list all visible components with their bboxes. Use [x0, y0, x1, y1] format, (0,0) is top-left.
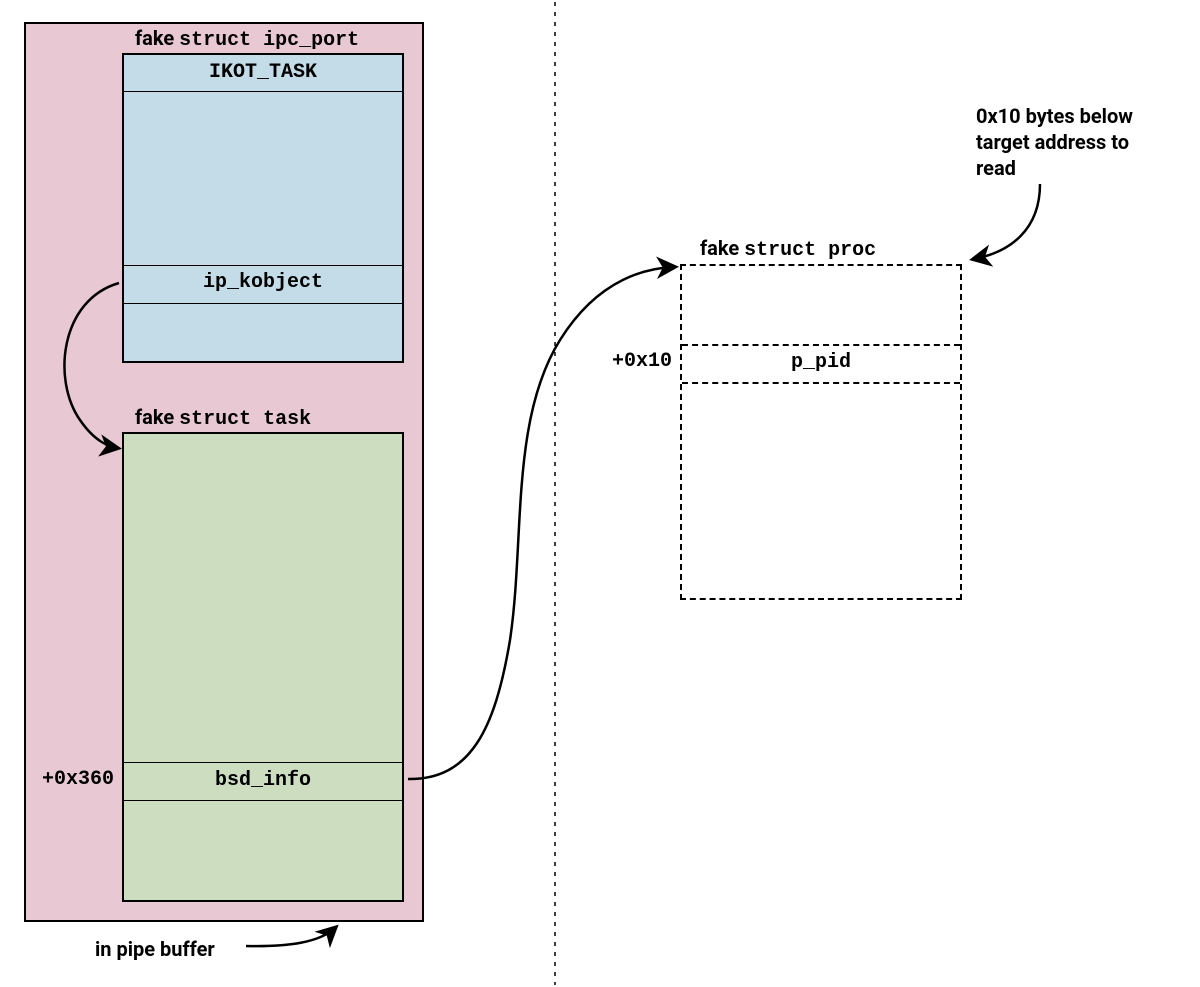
proc-offset-label: +0x10	[596, 350, 672, 373]
ip-kobject-field: ip_kobject	[124, 271, 402, 294]
proc-header: fake struct proc	[700, 236, 876, 262]
arrow-pipebuffer-to-container	[246, 928, 335, 946]
ipc-port-header: fake struct ipc_port	[135, 26, 359, 52]
arrow-annotation-to-proc	[974, 184, 1040, 259]
task-header: fake struct task	[135, 405, 311, 431]
p-pid-field: p_pid	[682, 351, 960, 374]
annotation-line2: target address to	[976, 130, 1129, 154]
bsd-info-field: bsd_info	[124, 769, 402, 792]
ikot-task-field: IKOT_TASK	[124, 61, 402, 84]
pipe-buffer-label: in pipe buffer	[95, 936, 215, 962]
proc-struct: p_pid	[680, 264, 962, 600]
ipc-port-header-prefix: fake	[135, 26, 179, 50]
task-struct: bsd_info	[122, 432, 404, 902]
ipc-port-header-mono: struct ipc_port	[179, 29, 359, 52]
ipc-port-struct: IKOT_TASK ip_kobject	[122, 53, 404, 363]
arrow-bsdinfo-to-proc	[408, 267, 674, 779]
task-header-prefix: fake	[135, 405, 179, 429]
diagram-canvas: fake struct ipc_port IKOT_TASK ip_kobjec…	[0, 0, 1200, 987]
annotation-line1: 0x10 bytes below	[976, 104, 1133, 128]
proc-header-mono: struct proc	[744, 239, 876, 262]
task-header-mono: struct task	[179, 408, 311, 431]
task-offset-label: +0x360	[30, 768, 114, 791]
annotation-line3: read	[976, 156, 1016, 180]
annotation-text: 0x10 bytes below target address to read	[976, 103, 1186, 181]
proc-header-prefix: fake	[700, 236, 744, 260]
